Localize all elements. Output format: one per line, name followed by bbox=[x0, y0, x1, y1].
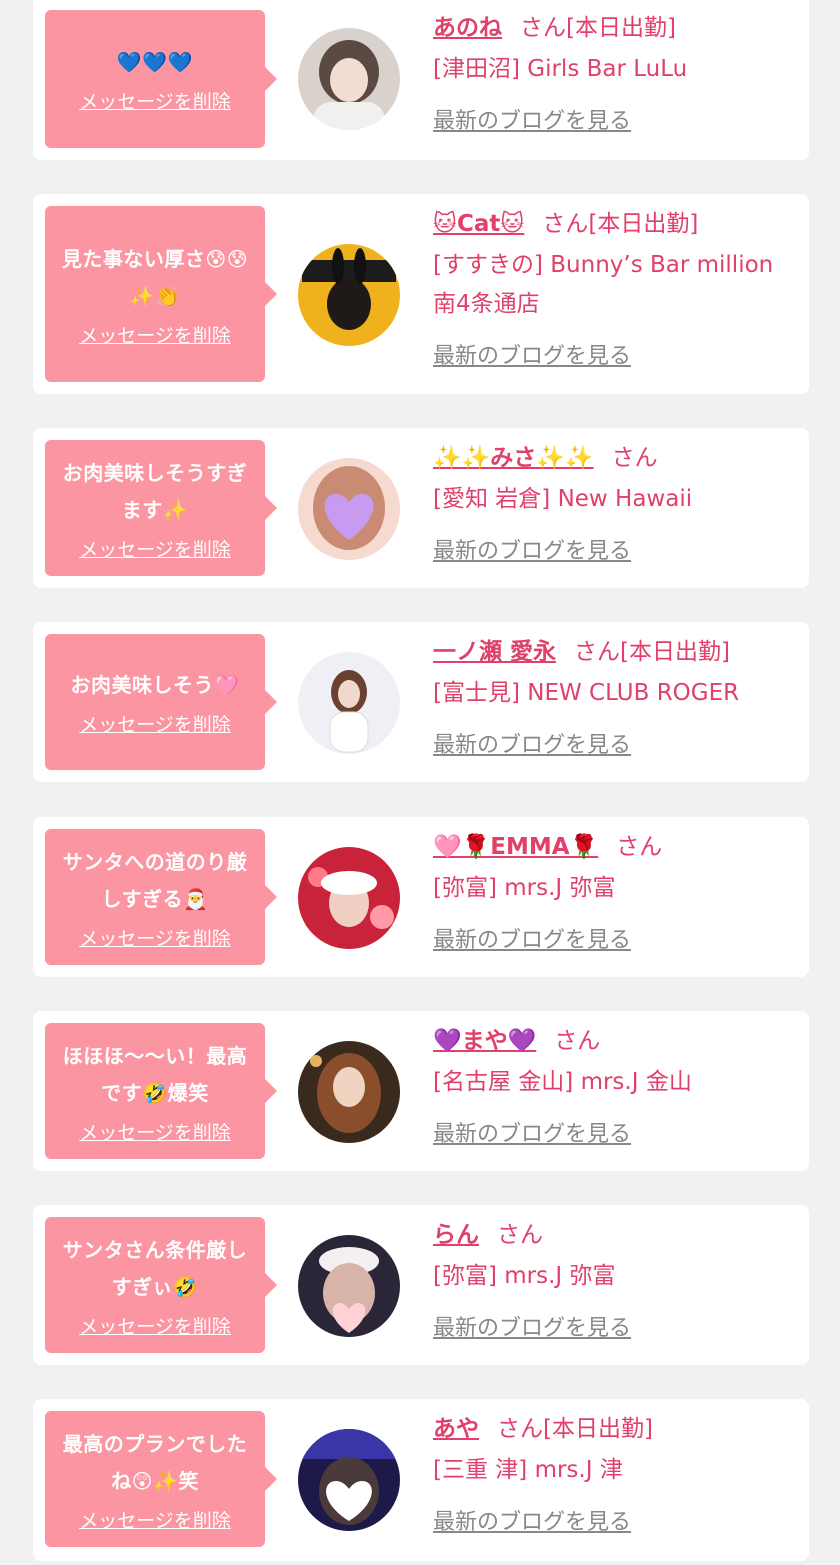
hostess-name-link[interactable]: らん bbox=[433, 1222, 479, 1248]
hostess-info: 🩷🌹EMMA🌹 さん [弥富] mrs.J 弥富 最新のブログを見る bbox=[433, 829, 791, 954]
shop-name: [津田沼] Girls Bar LuLu bbox=[433, 56, 688, 82]
message-text: サンタさん条件厳しすぎぃ🤣 bbox=[62, 1237, 248, 1299]
honorific-status: さん[本日出勤] bbox=[520, 15, 676, 41]
avatar[interactable] bbox=[298, 244, 400, 346]
latest-blog-link[interactable]: 最新のブログを見る bbox=[433, 922, 631, 954]
hostess-name-link[interactable]: 🐱Cat🐱 bbox=[433, 211, 524, 237]
message-bubble: お肉美味しそう🩷 メッセージを削除 bbox=[45, 634, 277, 770]
hostess-name-link[interactable]: 💜まや💜 bbox=[433, 1028, 536, 1054]
hostess-info: あや さん[本日出勤] [三重 津] mrs.J 津 最新のブログを見る bbox=[433, 1411, 791, 1536]
hostess-name-link[interactable]: 🩷🌹EMMA🌹 bbox=[433, 834, 598, 860]
avatar[interactable] bbox=[298, 1429, 400, 1531]
latest-blog-link[interactable]: 最新のブログを見る bbox=[433, 727, 631, 759]
message-card: サンタへの道のり厳しすぎる🎅 メッセージを削除 🩷🌹EMMA🌹 さん [弥富] m… bbox=[33, 817, 809, 977]
latest-blog-link[interactable]: 最新のブログを見る bbox=[433, 1116, 631, 1148]
hostess-info: 💜まや💜 さん [名古屋 金山] mrs.J 金山 最新のブログを見る bbox=[433, 1023, 791, 1148]
message-bubble: ほほほ〜〜い！最高です🤣爆笑 メッセージを削除 bbox=[45, 1023, 277, 1159]
message-text: 💙💙💙 bbox=[116, 50, 194, 74]
honorific-status: さん[本日出勤] bbox=[542, 211, 699, 237]
delete-message-link[interactable]: メッセージを削除 bbox=[79, 87, 231, 114]
hostess-info: 🐱Cat🐱 さん[本日出勤] [すすきの] Bunny’s Bar million… bbox=[433, 206, 791, 370]
shop-name: [弥富] mrs.J 弥富 bbox=[433, 1263, 616, 1289]
message-card: 最高のプランでしたね😲✨笑 メッセージを削除 あや さん[本日出勤] [三重 津]… bbox=[33, 1399, 809, 1561]
message-card: 💙💙💙 メッセージを削除 あのね さん[本日出勤] [津田沼] Girls Bar… bbox=[33, 0, 809, 160]
message-card: お肉美味しそうすぎます✨ メッセージを削除 ✨✨みさ✨✨ さん [愛知 岩倉] N… bbox=[33, 428, 809, 588]
message-card: ほほほ〜〜い！最高です🤣爆笑 メッセージを削除 💜まや💜 さん [名古屋 金山] … bbox=[33, 1011, 809, 1171]
message-text: お肉美味しそうすぎます✨ bbox=[62, 460, 248, 522]
message-bubble: お肉美味しそうすぎます✨ メッセージを削除 bbox=[45, 440, 277, 576]
avatar[interactable] bbox=[298, 1041, 400, 1143]
message-text: 見た事ない厚さ😰😰✨👏 bbox=[61, 246, 249, 308]
message-card: 見た事ない厚さ😰😰✨👏 メッセージを削除 🐱Cat🐱 さん[本日出勤] [すすきの… bbox=[33, 194, 809, 394]
message-card: お肉美味しそう🩷 メッセージを削除 一ノ瀬 愛永 さん[本日出勤] [富士見] N… bbox=[33, 622, 809, 782]
message-bubble: 見た事ない厚さ😰😰✨👏 メッセージを削除 bbox=[45, 206, 277, 382]
hostess-info: ✨✨みさ✨✨ さん [愛知 岩倉] New Hawaii 最新のブログを見る bbox=[433, 440, 791, 565]
honorific-status: さん bbox=[554, 1028, 601, 1054]
latest-blog-link[interactable]: 最新のブログを見る bbox=[433, 338, 631, 370]
honorific-status: さん bbox=[497, 1222, 543, 1248]
message-list: 💙💙💙 メッセージを削除 あのね さん[本日出勤] [津田沼] Girls Bar… bbox=[0, 0, 840, 1565]
message-card: サンタさん条件厳しすぎぃ🤣 メッセージを削除 らん さん [弥富] mrs.J 弥… bbox=[33, 1205, 809, 1365]
hostess-name-link[interactable]: 一ノ瀬 愛永 bbox=[433, 639, 556, 665]
message-bubble: 💙💙💙 メッセージを削除 bbox=[45, 10, 277, 148]
hostess-info: 一ノ瀬 愛永 さん[本日出勤] [富士見] NEW CLUB ROGER 最新のブ… bbox=[433, 634, 791, 759]
honorific-status: さん bbox=[616, 834, 663, 860]
latest-blog-link[interactable]: 最新のブログを見る bbox=[433, 1310, 631, 1342]
message-text: サンタへの道のり厳しすぎる🎅 bbox=[62, 849, 248, 911]
message-text: ほほほ〜〜い！最高です🤣爆笑 bbox=[62, 1043, 248, 1105]
message-text: 最高のプランでしたね😲✨笑 bbox=[62, 1431, 248, 1493]
hostess-info: あのね さん[本日出勤] [津田沼] Girls Bar LuLu 最新のブログを… bbox=[433, 10, 791, 135]
delete-message-link[interactable]: メッセージを削除 bbox=[79, 1506, 231, 1533]
avatar[interactable] bbox=[298, 28, 400, 130]
honorific-status: さん bbox=[611, 445, 658, 471]
shop-name: [愛知 岩倉] New Hawaii bbox=[433, 486, 693, 512]
delete-message-link[interactable]: メッセージを削除 bbox=[79, 710, 231, 737]
message-bubble: 最高のプランでしたね😲✨笑 メッセージを削除 bbox=[45, 1411, 277, 1547]
avatar[interactable] bbox=[298, 1235, 400, 1337]
delete-message-link[interactable]: メッセージを削除 bbox=[79, 1312, 231, 1339]
hostess-info: らん さん [弥富] mrs.J 弥富 最新のブログを見る bbox=[433, 1217, 791, 1342]
hostess-name-link[interactable]: あのね bbox=[433, 15, 502, 41]
message-text: お肉美味しそう🩷 bbox=[70, 673, 240, 697]
honorific-status: さん[本日出勤] bbox=[497, 1416, 653, 1442]
latest-blog-link[interactable]: 最新のブログを見る bbox=[433, 533, 631, 565]
avatar[interactable] bbox=[298, 847, 400, 949]
shop-name: [三重 津] mrs.J 津 bbox=[433, 1457, 623, 1483]
shop-name: [弥富] mrs.J 弥富 bbox=[433, 875, 616, 901]
delete-message-link[interactable]: メッセージを削除 bbox=[79, 321, 231, 348]
delete-message-link[interactable]: メッセージを削除 bbox=[79, 535, 231, 562]
delete-message-link[interactable]: メッセージを削除 bbox=[79, 1118, 231, 1145]
message-bubble: サンタさん条件厳しすぎぃ🤣 メッセージを削除 bbox=[45, 1217, 277, 1353]
message-bubble: サンタへの道のり厳しすぎる🎅 メッセージを削除 bbox=[45, 829, 277, 965]
hostess-name-link[interactable]: あや bbox=[433, 1416, 479, 1442]
avatar[interactable] bbox=[298, 458, 400, 560]
delete-message-link[interactable]: メッセージを削除 bbox=[79, 924, 231, 951]
shop-name: [名古屋 金山] mrs.J 金山 bbox=[433, 1069, 692, 1095]
honorific-status: さん[本日出勤] bbox=[574, 639, 730, 665]
latest-blog-link[interactable]: 最新のブログを見る bbox=[433, 1504, 631, 1536]
avatar[interactable] bbox=[298, 652, 400, 754]
latest-blog-link[interactable]: 最新のブログを見る bbox=[433, 103, 631, 135]
shop-name: [すすきの] Bunny’s Bar million 南4条通店 bbox=[433, 252, 774, 317]
shop-name: [富士見] NEW CLUB ROGER bbox=[433, 680, 740, 706]
hostess-name-link[interactable]: ✨✨みさ✨✨ bbox=[433, 445, 594, 471]
